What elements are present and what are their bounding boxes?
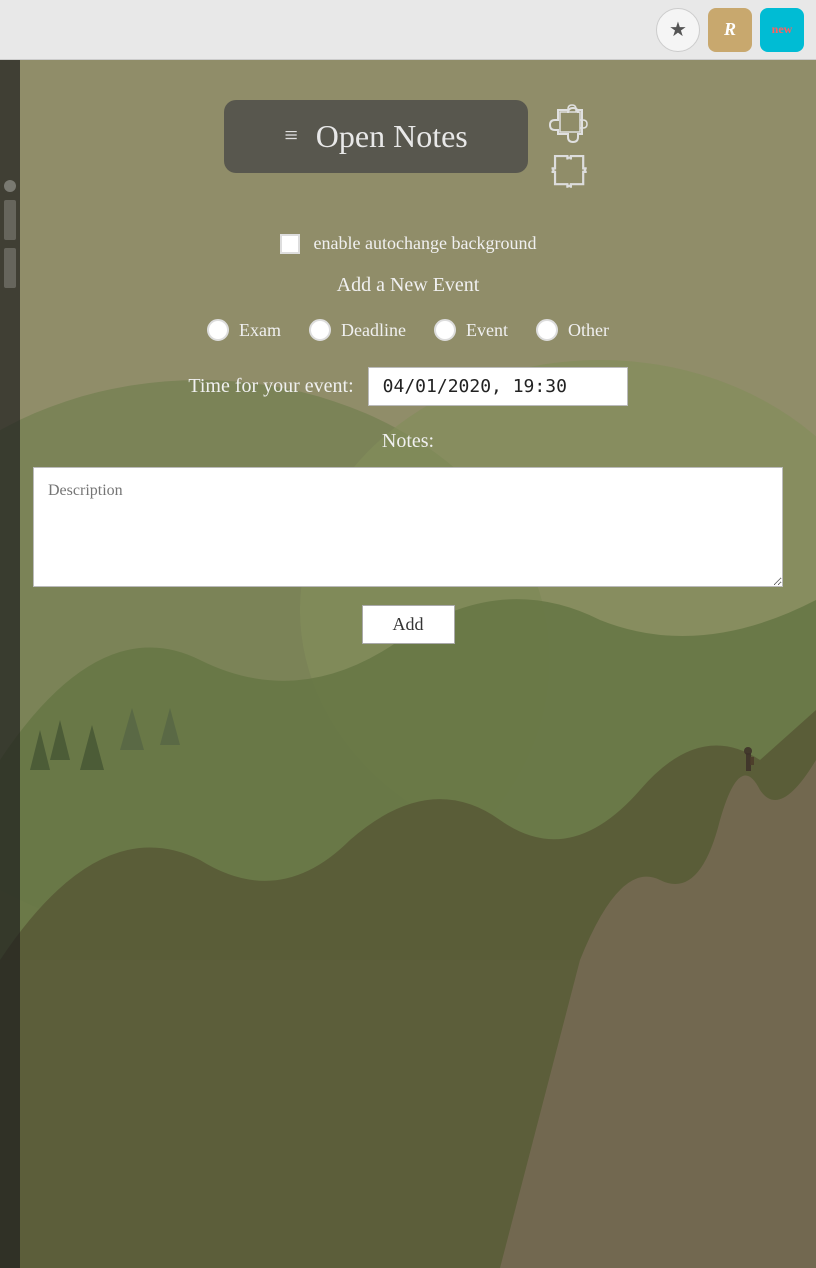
puzzle-icon	[548, 100, 592, 144]
radio-option-exam[interactable]: Exam	[207, 319, 281, 341]
new-button[interactable]: new	[760, 8, 804, 52]
time-input[interactable]	[368, 367, 628, 406]
autochange-label: enable autochange background	[314, 233, 537, 254]
radio-other[interactable]	[536, 319, 558, 341]
title-block: ≡ Open Notes	[224, 100, 528, 173]
radio-row: Exam Deadline Event Other	[207, 319, 609, 341]
r-button[interactable]: R	[708, 8, 752, 52]
radio-exam[interactable]	[207, 319, 229, 341]
autochange-row: enable autochange background	[280, 233, 537, 254]
radio-deadline[interactable]	[309, 319, 331, 341]
main-area: ≡ Open Notes	[0, 60, 816, 1268]
r-icon: R	[724, 19, 736, 40]
radio-option-other[interactable]: Other	[536, 319, 609, 341]
notes-label: Notes:	[382, 430, 434, 453]
add-button[interactable]: Add	[362, 605, 455, 644]
browser-bar: ★ R new	[0, 0, 816, 60]
page-title: Open Notes	[316, 118, 468, 155]
puzzle-icon-svg	[548, 149, 592, 193]
content-container: ≡ Open Notes	[0, 60, 816, 684]
new-label: new	[772, 22, 793, 37]
star-icon: ★	[669, 17, 687, 42]
radio-other-label: Other	[568, 320, 609, 341]
radio-event[interactable]	[434, 319, 456, 341]
puzzle-icon-button[interactable]	[548, 100, 592, 193]
time-label: Time for your event:	[188, 375, 353, 398]
add-event-label: Add a New Event	[337, 274, 480, 297]
hamburger-icon: ≡	[284, 123, 300, 150]
star-button[interactable]: ★	[656, 8, 700, 52]
radio-exam-label: Exam	[239, 320, 281, 341]
radio-event-label: Event	[466, 320, 508, 341]
autochange-checkbox[interactable]	[280, 234, 300, 254]
radio-option-event[interactable]: Event	[434, 319, 508, 341]
radio-option-deadline[interactable]: Deadline	[309, 319, 406, 341]
time-row: Time for your event:	[188, 367, 627, 406]
radio-deadline-label: Deadline	[341, 320, 406, 341]
description-textarea[interactable]	[33, 467, 783, 587]
